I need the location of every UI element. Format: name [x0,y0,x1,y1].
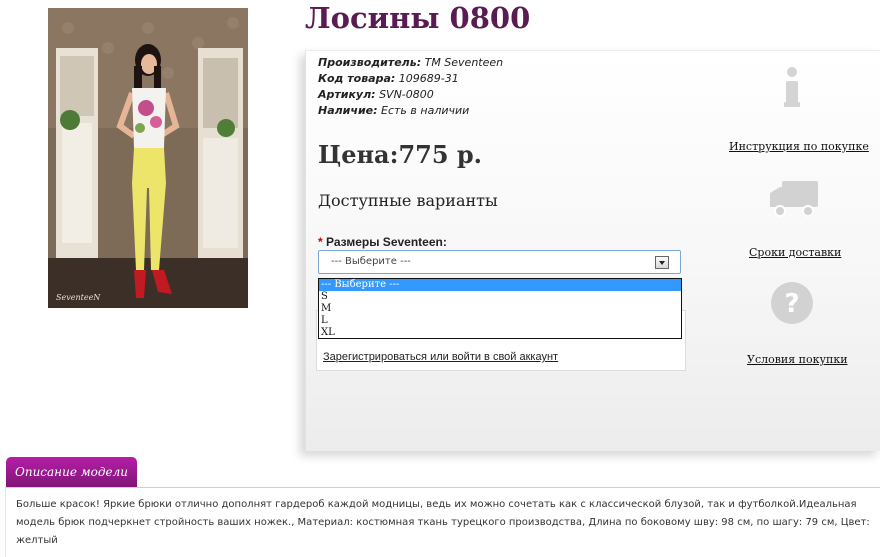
info-icon [784,67,800,107]
variants-heading: Доступные варианты [318,191,498,210]
size-option[interactable]: XL [319,327,681,339]
product-photo[interactable]: SeventeeN [48,8,248,308]
photo-signature: SeventeeN [56,293,101,302]
question-icon: ? [771,282,813,324]
delivery-terms-link[interactable]: Сроки доставки [749,246,841,259]
product-meta: Производитель: ТМ Seventeen Код товара: … [318,55,503,119]
size-dropdown-list[interactable]: --- Выберите --- S M L XL [318,278,682,339]
size-option-label: * Размеры Seventeen: [318,235,447,249]
meta-value: SVN-0800 [379,88,434,101]
product-price: Цена:775 р. [318,140,483,169]
product-photo-illustration: SeventeeN [48,8,248,308]
meta-label: Код товара: [318,72,396,85]
size-option[interactable]: L [319,315,681,327]
chevron-down-icon[interactable] [655,256,669,269]
page-title: Лосины 0800 [305,1,531,35]
meta-article: Артикул: SVN-0800 [318,87,503,103]
size-option[interactable]: M [319,303,681,315]
meta-label: Наличие: [318,104,378,117]
tab-model-description[interactable]: Описание модели [6,457,137,488]
size-option[interactable]: --- Выберите --- [319,279,681,291]
size-option-text: Размеры Seventeen: [326,235,447,249]
meta-label: Производитель: [318,56,422,69]
meta-value: 109689-31 [398,72,459,85]
meta-value: Есть в наличии [381,104,470,117]
svg-text:?: ? [784,289,799,319]
size-option[interactable]: S [319,291,681,303]
register-login-link[interactable]: Зарегистрироваться или войти в свой акка… [323,351,558,363]
meta-label: Артикул: [318,88,376,101]
meta-value: ТМ Seventeen [424,56,504,69]
description-text: Больше красок! Яркие брюки отлично допол… [16,499,870,546]
size-select[interactable]: --- Выберите --- [318,250,681,274]
tab-label: Описание модели [15,465,128,479]
meta-availability: Наличие: Есть в наличии [318,103,503,119]
description-panel: Больше красок! Яркие брюки отлично допол… [5,487,880,557]
purchase-conditions-link[interactable]: Условия покупки [747,353,848,366]
truck-icon [770,181,818,217]
size-select-value: --- Выберите --- [331,256,411,267]
purchase-instructions-link[interactable]: Инструкция по покупке [729,140,869,153]
meta-manufacturer: Производитель: ТМ Seventeen [318,55,503,71]
required-mark: * [318,235,323,249]
meta-product-code: Код товара: 109689-31 [318,71,503,87]
